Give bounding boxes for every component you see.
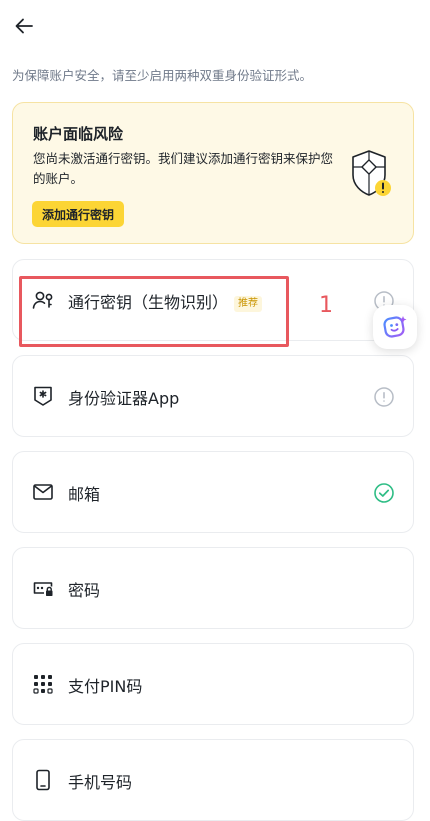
method-label: 邮箱 [68,485,101,504]
method-phone[interactable]: 手机号码 [12,739,414,821]
check-circle-icon [374,483,394,503]
password-icon [33,582,53,596]
method-email[interactable]: 邮箱 [12,451,414,533]
add-passkey-button[interactable]: 添加通行密钥 [32,201,125,227]
method-label: 身份验证器App [68,389,180,408]
pin-keypad-icon [33,675,53,694]
risk-alert-card: 账户面临风险 您尚未激活通行密钥。我们建议添加通行密钥来保护您的账户。 添加通行… [12,102,414,244]
phone-icon [36,769,50,791]
back-button[interactable] [10,12,38,40]
authenticator-icon [34,386,52,406]
method-password[interactable]: 密码 [12,547,414,629]
arrow-left-icon [15,18,33,34]
method-label: 手机号码 [68,773,133,792]
ai-assistant-icon [383,316,407,338]
annotation-number: 1 [319,293,333,318]
assistant-float-button[interactable] [373,305,417,349]
annotation-highlight-box [19,276,289,347]
risk-title: 账户面临风险 [33,125,124,143]
risk-description: 您尚未激活通行密钥。我们建议添加通行密钥来保护您的账户。 [33,151,334,186]
mail-icon [33,484,53,500]
shield-warning-icon [352,150,391,196]
method-authenticator[interactable]: 身份验证器App [12,355,414,437]
method-label: 支付PIN码 [68,677,143,696]
info-icon [374,387,394,407]
page-subtitle: 为保障账户安全，请至少启用两种双重身份验证形式。 [12,68,313,83]
method-payment-pin[interactable]: 支付PIN码 [12,643,414,725]
method-label: 密码 [68,581,101,600]
